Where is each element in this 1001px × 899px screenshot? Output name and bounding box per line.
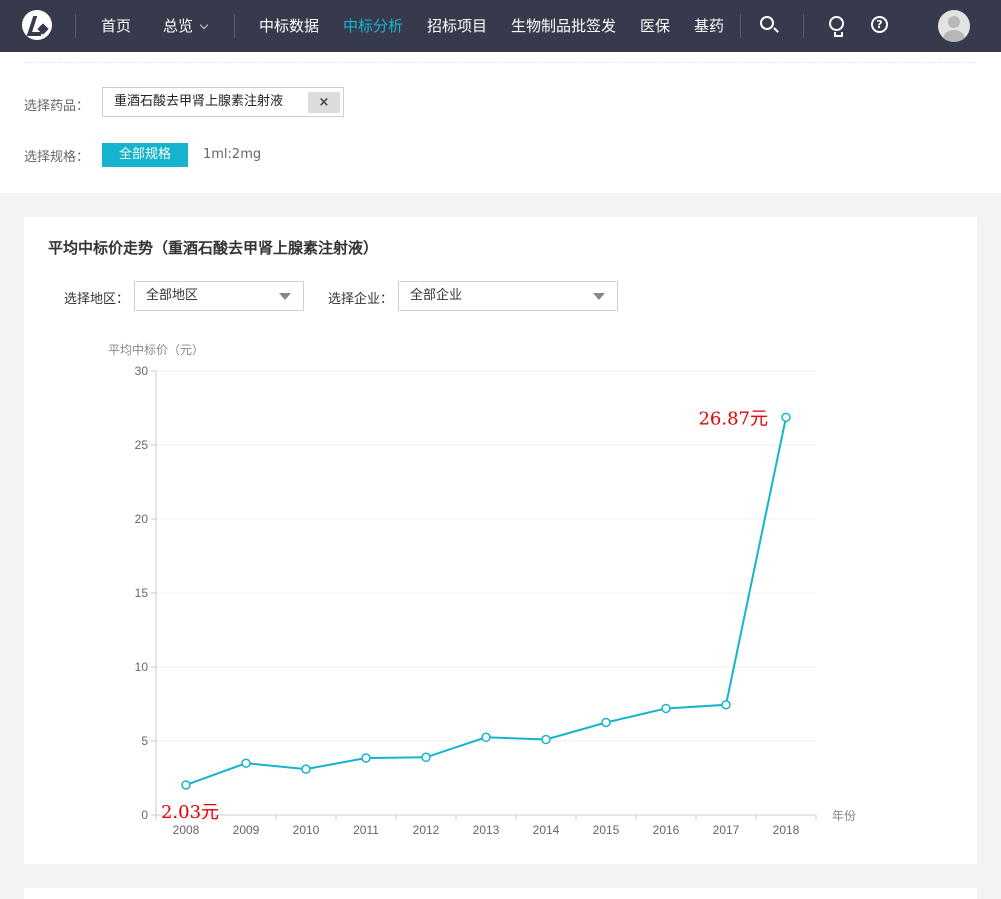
nav-home[interactable]: 首页 (101, 0, 131, 52)
chevron-down-icon (199, 20, 209, 30)
nav-biologics-release[interactable]: 生物制品批签发 (511, 0, 616, 52)
spec-option[interactable]: 1ml:2mg (203, 143, 261, 167)
data-point (361, 753, 371, 763)
spec-all-button[interactable]: 全部规格 (102, 143, 188, 167)
line-chart: 0 5 10 15 20 25 30 平均中标价（元） 2008 2009 2010 2011 2012… (108, 342, 856, 837)
nav-divider (75, 14, 76, 38)
spec-label: 选择规格： (24, 150, 90, 165)
data-point (721, 699, 731, 710)
nav-divider (740, 14, 741, 38)
help-button[interactable]: ? (870, 15, 890, 35)
data-label: 26.87元 (698, 408, 768, 429)
x-tick-label: 2009 (233, 823, 260, 837)
x-tick-label: 2012 (413, 823, 440, 837)
drug-input-value: 重酒石酸去甲肾上腺素注射液 (114, 94, 284, 109)
x-tick-label: 2010 (293, 823, 320, 837)
nav-medical-insurance[interactable]: 医保 (640, 0, 670, 52)
x-tick-label: 2017 (713, 823, 740, 837)
x-tick-label: 2011 (353, 823, 379, 837)
nav-bid-analysis[interactable]: 中标分析 (343, 0, 403, 52)
x-tick-label: 2014 (533, 823, 560, 837)
avatar[interactable] (938, 10, 970, 42)
x-tick-label: 2016 (653, 823, 680, 837)
data-point (421, 752, 431, 763)
drug-input[interactable]: 重酒石酸去甲肾上腺素注射液 × (102, 87, 344, 117)
logo-icon[interactable] (22, 10, 52, 40)
y-tick-label: 10 (135, 660, 149, 674)
data-point (661, 703, 671, 714)
series-line (185, 417, 787, 786)
data-label: 2.03元 (161, 802, 219, 823)
clear-button[interactable]: × (308, 92, 340, 113)
x-tick-label: 2018 (773, 823, 800, 837)
nav-bid-data[interactable]: 中标数据 (259, 0, 319, 52)
y-tick-label: 15 (135, 586, 149, 600)
nav-tender-projects[interactable]: 招标项目 (427, 0, 487, 52)
data-point (241, 758, 251, 768)
nav-overview-label: 总览 (163, 17, 194, 35)
x-tick-label: 2013 (473, 823, 500, 837)
filter-panel: 选择药品： 重酒石酸去甲肾上腺素注射液 × 选择规格： 全部规格 1ml:2mg (0, 52, 1001, 193)
idea-button[interactable] (827, 15, 847, 37)
top-nav: 首页 总览 中标数据 中标分析 招标项目 生物制品批签发 医保 基药 ? (0, 0, 1001, 52)
data-point (301, 764, 311, 774)
help-icon: ? (871, 16, 888, 33)
x-tick-label: 2008 (173, 823, 200, 837)
next-card (24, 888, 977, 899)
nav-essential-drugs[interactable]: 基药 (694, 0, 724, 52)
y-tick-label: 20 (135, 512, 149, 526)
search-icon (760, 16, 774, 30)
y-tick-label: 25 (135, 438, 149, 452)
nav-divider (803, 14, 804, 38)
y-tick-label: 0 (141, 808, 148, 822)
nav-overview[interactable]: 总览 (163, 0, 209, 52)
x-axis-label: 年份 (832, 809, 856, 823)
search-button[interactable] (759, 15, 779, 35)
y-axis-label: 平均中标价（元） (108, 342, 204, 357)
lightbulb-icon (829, 16, 844, 37)
data-point (601, 717, 611, 728)
drug-label: 选择药品： (24, 99, 90, 114)
data-point (781, 412, 791, 423)
data-point (181, 780, 191, 790)
x-tick-label: 2015 (593, 823, 620, 837)
y-tick-label: 30 (135, 364, 149, 378)
y-tick-label: 5 (141, 734, 148, 748)
divider (24, 62, 976, 63)
chart-card: 平均中标价走势（重酒石酸去甲肾上腺素注射液） 选择地区： 全部地区 选择企业： … (24, 217, 977, 864)
data-point (481, 732, 491, 743)
nav-divider (234, 14, 235, 38)
data-point (541, 734, 551, 745)
